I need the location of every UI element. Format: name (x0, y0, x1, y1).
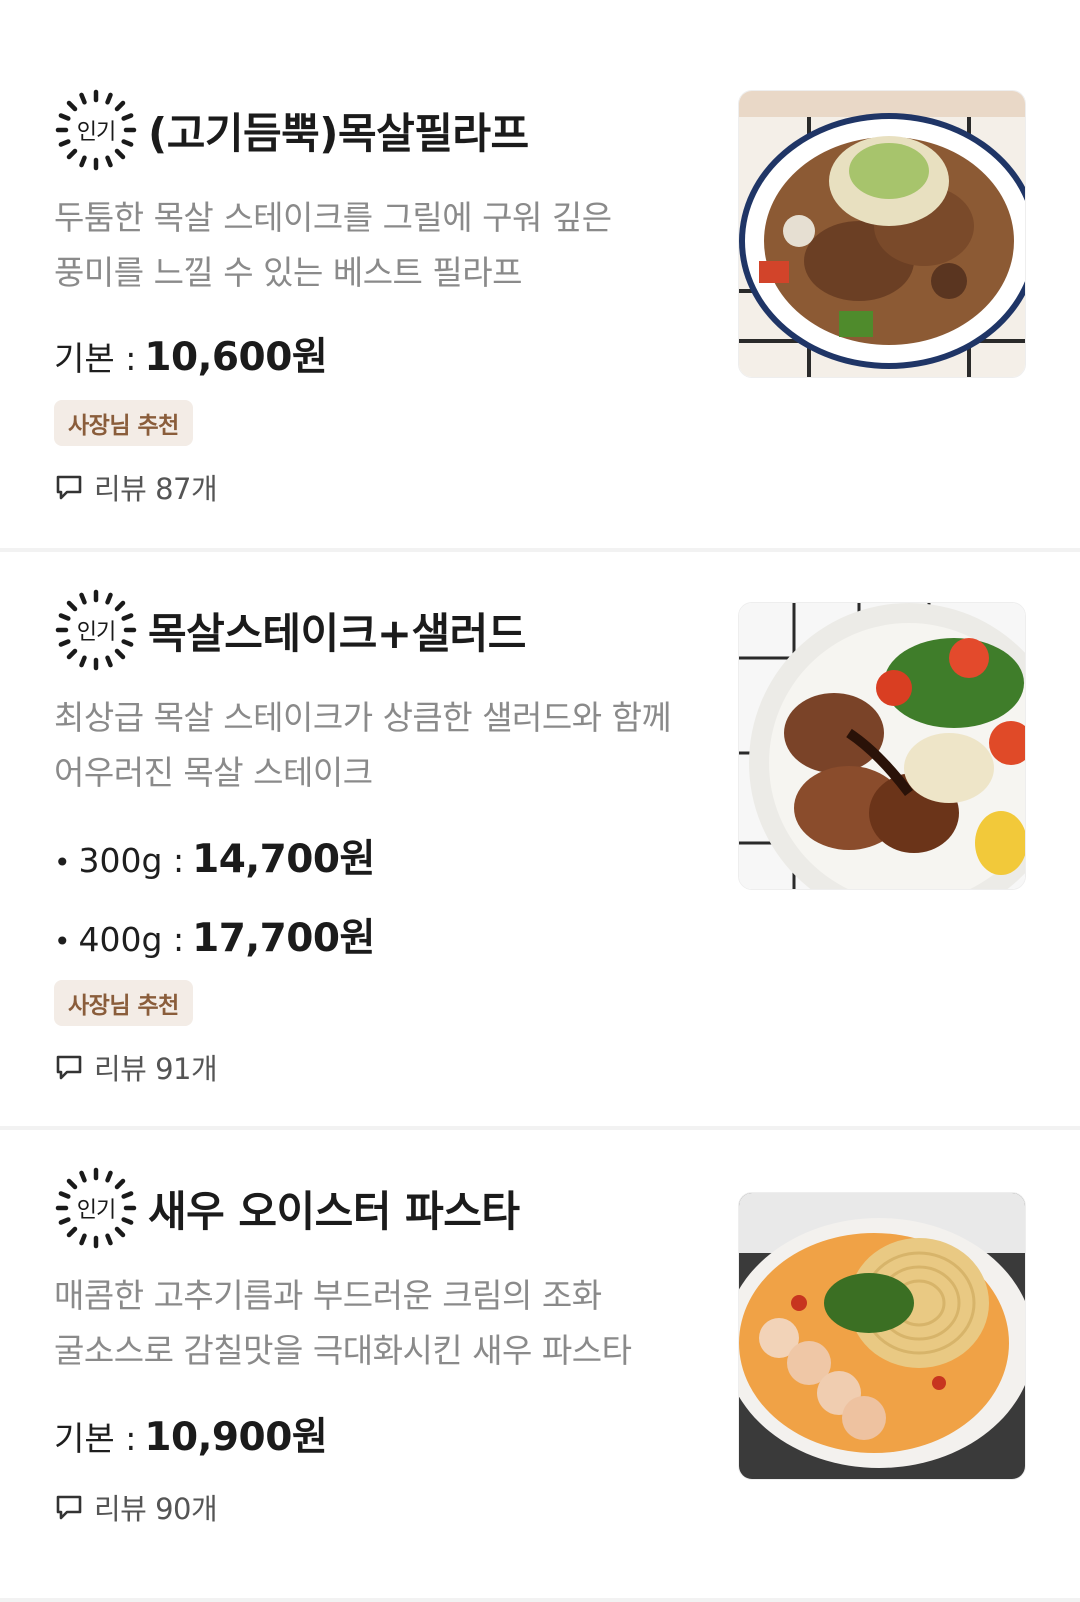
price-value: 10,900원 (144, 1415, 328, 1460)
title-row: 인기 (고기듬뿍)목살필라프 (54, 88, 529, 172)
speech-bubble-icon (56, 1495, 82, 1520)
price-value: 10,600원 (144, 335, 328, 380)
menu-title: (고기듬뿍)목살필라프 (148, 108, 529, 158)
steak-salad-photo[interactable] (738, 602, 1026, 890)
option-label: 400g : (78, 920, 185, 959)
option-price: 17,700원 (192, 916, 375, 961)
price-row: 기본 : 10,600원 (54, 326, 328, 382)
shrimp-pasta-photo[interactable] (738, 1192, 1026, 1480)
menu-item[interactable]: 인기 새우 오이스터 파스타 매콤한 고추기름과 부드러운 크림의 조화 굴소스… (0, 1130, 1080, 1602)
review-count[interactable]: 리뷰 91개 (54, 1046, 218, 1088)
menu-item[interactable]: 인기 (고기듬뿍)목살필라프 두툼한 목살 스테이크를 그릴에 구워 깊은 풍미… (0, 0, 1080, 548)
price-row: 기본 : 10,900원 (54, 1406, 328, 1462)
menu-title: 목살스테이크+샐러드 (148, 608, 526, 658)
shrimp-pasta-photo-image (739, 1193, 1025, 1479)
review-count[interactable]: 리뷰 87개 (54, 466, 218, 508)
option-label: 300g : (78, 841, 185, 880)
review-text: 리뷰 87개 (94, 472, 218, 506)
speech-bubble-icon (56, 1055, 82, 1080)
menu-item[interactable]: 인기 목살스테이크+샐러드 최상급 목살 스테이크가 상큼한 샐러드와 함께 어… (0, 552, 1080, 1126)
price-option-row: • 300g : 14,700원 (54, 828, 375, 884)
description-line: 매콤한 고추기름과 부드러운 크림의 조화 (54, 1276, 602, 1315)
review-count[interactable]: 리뷰 90개 (54, 1486, 218, 1528)
menu-list: 인기 (고기듬뿍)목살필라프 두툼한 목살 스테이크를 그릴에 구워 깊은 풍미… (0, 0, 1080, 1602)
pilaf-photo[interactable] (738, 90, 1026, 378)
description-line: 최상급 목살 스테이크가 상큼한 샐러드와 함께 (54, 698, 672, 737)
description-line: 어우러진 목살 스테이크 (54, 753, 373, 792)
divider (0, 1598, 1080, 1602)
menu-description: 매콤한 고추기름과 부드러운 크림의 조화 굴소스로 감칠맛을 극대화시킨 새우… (54, 1268, 714, 1378)
option-price: 14,700원 (192, 837, 375, 882)
owner-recommend-tag: 사장님 추천 (54, 980, 193, 1026)
title-row: 인기 목살스테이크+샐러드 (54, 588, 526, 672)
popular-badge: 인기 (54, 1166, 138, 1250)
popular-badge: 인기 (54, 588, 138, 672)
steak-salad-photo-image (739, 603, 1025, 889)
owner-recommend-tag: 사장님 추천 (54, 400, 193, 446)
menu-title: 새우 오이스터 파스타 (148, 1186, 520, 1236)
review-text: 리뷰 90개 (94, 1492, 218, 1526)
menu-description: 최상급 목살 스테이크가 상큼한 샐러드와 함께 어우러진 목살 스테이크 (54, 690, 714, 800)
description-line: 두툼한 목살 스테이크를 그릴에 구워 깊은 (54, 198, 612, 237)
menu-description: 두툼한 목살 스테이크를 그릴에 구워 깊은 풍미를 느낄 수 있는 베스트 필… (54, 190, 714, 300)
description-line: 굴소스로 감칠맛을 극대화시킨 새우 파스타 (54, 1331, 632, 1370)
badge-label: 인기 (76, 120, 116, 145)
title-row: 인기 새우 오이스터 파스타 (54, 1166, 520, 1250)
review-text: 리뷰 91개 (94, 1052, 218, 1086)
badge-label: 인기 (76, 1198, 116, 1223)
price-option-row: • 400g : 17,700원 (54, 907, 375, 963)
description-line: 풍미를 느낄 수 있는 베스트 필라프 (54, 253, 523, 292)
speech-bubble-icon (56, 475, 82, 500)
badge-label: 인기 (76, 620, 116, 645)
bullet: • (54, 846, 71, 879)
price-label: 기본 : (54, 1419, 137, 1458)
pilaf-photo-image (739, 91, 1025, 377)
price-label: 기본 : (54, 339, 137, 378)
popular-badge: 인기 (54, 88, 138, 172)
bullet: • (54, 925, 71, 958)
